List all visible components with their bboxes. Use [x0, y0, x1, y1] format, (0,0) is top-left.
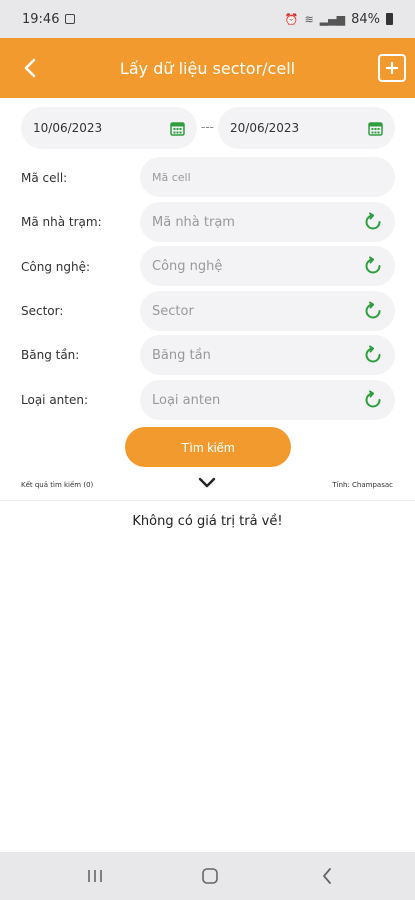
- date-to-value: 20/06/2023: [230, 121, 300, 135]
- refresh-icon[interactable]: [363, 301, 383, 321]
- status-time: 19:46: [22, 11, 60, 27]
- refresh-icon[interactable]: [363, 390, 383, 410]
- station-code-placeholder: Mã nhà trạm: [152, 214, 235, 230]
- sector-placeholder: Sector: [152, 303, 194, 319]
- battery-icon: [386, 13, 393, 25]
- chevron-down-icon: [198, 477, 216, 488]
- antenna-type-label: Loại anten:: [21, 393, 89, 407]
- calendar-icon[interactable]: [368, 121, 383, 136]
- cell-code-label: Mã cell:: [21, 171, 68, 185]
- station-code-select[interactable]: Mã nhà trạm: [140, 202, 395, 242]
- technology-placeholder: Công nghệ: [152, 258, 223, 274]
- province-label: Tỉnh: Champasac: [332, 481, 393, 489]
- antenna-type-placeholder: Loại anten: [152, 392, 221, 408]
- chevron-left-icon: [24, 58, 36, 78]
- system-nav-bar: [0, 852, 415, 900]
- date-to-field[interactable]: 20/06/2023: [218, 107, 395, 149]
- sector-label: Sector:: [21, 304, 64, 318]
- search-button[interactable]: Tìm kiếm: [125, 427, 291, 467]
- page-title: Lấy dữ liệu sector/cell: [119, 58, 296, 78]
- back-icon: [323, 868, 331, 884]
- status-bar: 19:46 ⏰ ≋ ▂▄▆ 84%: [0, 0, 415, 38]
- date-from-value: 10/06/2023: [33, 121, 103, 135]
- alarm-icon: ⏰: [284, 12, 299, 26]
- home-button[interactable]: [195, 864, 225, 888]
- signal-icon: ▂▄▆: [319, 12, 346, 26]
- app-bar: Lấy dữ liệu sector/cell: [0, 38, 415, 98]
- refresh-icon[interactable]: [363, 212, 383, 232]
- technology-select[interactable]: Công nghệ: [140, 246, 395, 286]
- antenna-type-select[interactable]: Loại anten: [140, 380, 395, 420]
- add-button[interactable]: [378, 54, 406, 82]
- refresh-icon[interactable]: [363, 256, 383, 276]
- refresh-icon[interactable]: [363, 345, 383, 365]
- date-separator: ---: [201, 120, 214, 134]
- date-from-field[interactable]: 10/06/2023: [21, 107, 197, 149]
- recent-apps-icon: [88, 870, 102, 882]
- wifi-icon: ≋: [304, 12, 314, 26]
- expand-toggle[interactable]: [197, 475, 217, 494]
- station-code-label: Mã nhà trạm:: [21, 215, 102, 229]
- cell-code-input[interactable]: Mã cell: [140, 157, 395, 197]
- recent-apps-button[interactable]: [80, 864, 110, 888]
- cell-code-placeholder: Mã cell: [152, 170, 191, 184]
- technology-label: Công nghệ:: [21, 260, 91, 274]
- home-icon: [202, 868, 218, 884]
- frequency-band-placeholder: Băng tần: [152, 347, 211, 363]
- frequency-band-select[interactable]: Băng tần: [140, 335, 395, 375]
- back-button[interactable]: [10, 48, 50, 88]
- result-count: Kết quả tìm kiếm (0): [21, 481, 94, 489]
- system-back-button[interactable]: [312, 864, 342, 888]
- empty-result-message: Không có giá trị trả về!: [132, 514, 283, 529]
- sector-select[interactable]: Sector: [140, 291, 395, 331]
- plus-square-icon: [386, 62, 398, 74]
- calendar-icon[interactable]: [170, 121, 185, 136]
- frequency-band-label: Băng tần:: [21, 348, 80, 362]
- battery-percent: 84%: [351, 11, 380, 27]
- divider: [0, 500, 415, 501]
- notification-icon: [65, 14, 76, 24]
